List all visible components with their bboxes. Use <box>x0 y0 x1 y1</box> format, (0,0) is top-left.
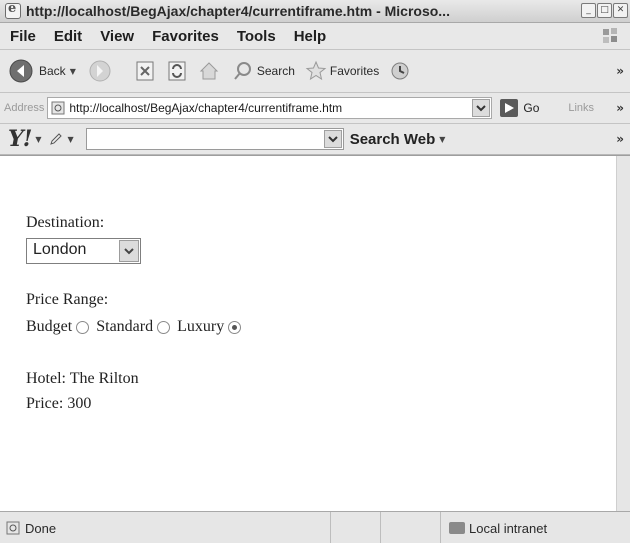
page-icon <box>51 101 65 115</box>
go-button-label[interactable]: Go <box>523 101 539 115</box>
search-button-label[interactable]: Search <box>257 64 295 78</box>
yahoo-toolbar: Y! ▼ ▼ Search Web ▼ » <box>0 124 630 155</box>
close-button[interactable]: ✕ <box>613 3 628 18</box>
search-web-dropdown-icon[interactable]: ▼ <box>439 135 445 144</box>
window-title: http://localhost/BegAjax/chapter4/curren… <box>26 3 450 19</box>
minimize-button[interactable]: _ <box>581 3 596 18</box>
search-icon[interactable] <box>232 60 254 82</box>
maximize-button[interactable]: □ <box>597 3 612 18</box>
vertical-scrollbar[interactable] <box>616 156 630 511</box>
ie-icon <box>5 1 21 19</box>
address-label: Address <box>4 102 45 114</box>
address-bar: Address http://localhost/BegAjax/chapter… <box>0 93 630 124</box>
destination-select[interactable]: London <box>26 238 141 264</box>
page-done-icon <box>6 521 20 535</box>
price-range-options: Budget Standard Luxury <box>26 318 248 336</box>
links-label[interactable]: Links <box>568 102 594 114</box>
price-text: Price: 300 <box>26 395 92 412</box>
menu-file[interactable]: File <box>10 28 36 45</box>
stop-icon[interactable] <box>134 60 156 82</box>
refresh-icon[interactable] <box>166 60 188 82</box>
windows-flag-icon <box>603 28 617 43</box>
menu-favorites[interactable]: Favorites <box>152 28 219 45</box>
zone-text: Local intranet <box>469 520 548 536</box>
links-more-chevron[interactable]: » <box>616 101 624 115</box>
menu-tools[interactable]: Tools <box>237 28 276 45</box>
yahoo-dropdown-icon[interactable]: ▼ <box>35 135 41 144</box>
status-separator <box>380 512 381 543</box>
address-input[interactable]: http://localhost/BegAjax/chapter4/curren… <box>47 97 493 119</box>
favorites-button-label[interactable]: Favorites <box>330 64 379 78</box>
destination-label: Destination: <box>26 214 105 231</box>
status-text: Done <box>25 520 57 536</box>
toolbar-more-chevron[interactable]: » <box>616 64 624 78</box>
browser-window: http://localhost/BegAjax/chapter4/curren… <box>0 0 630 543</box>
hotel-text: Hotel: The Rilton <box>26 370 139 387</box>
menu-bar: File Edit View Favorites Tools Help <box>0 23 630 50</box>
chevron-down-icon <box>327 136 338 143</box>
favorites-star-icon[interactable] <box>305 60 327 82</box>
menu-view[interactable]: View <box>100 28 134 45</box>
back-dropdown-icon[interactable]: ▼ <box>70 67 76 76</box>
destination-value[interactable]: London <box>33 241 86 259</box>
intranet-icon <box>449 522 465 534</box>
chevron-down-icon <box>476 105 487 112</box>
forward-icon[interactable] <box>88 59 112 83</box>
option-budget-label: Budget <box>26 318 73 335</box>
search-web-button[interactable]: Search Web <box>350 131 436 148</box>
address-dropdown-button[interactable] <box>472 99 491 117</box>
option-standard-label: Standard <box>96 318 154 335</box>
menu-edit[interactable]: Edit <box>54 28 82 45</box>
destination-dropdown-button[interactable] <box>119 240 139 262</box>
home-icon[interactable] <box>198 60 220 82</box>
yahoo-logo[interactable]: Y! <box>8 126 32 152</box>
standard-toolbar: Back ▼ Search Favorites » <box>0 50 630 93</box>
chevron-down-icon <box>124 248 134 255</box>
pencil-dropdown-icon[interactable]: ▼ <box>68 135 74 144</box>
pencil-icon[interactable] <box>48 131 64 147</box>
back-button-label[interactable]: Back <box>39 64 66 78</box>
status-separator <box>330 512 331 543</box>
price-range-label: Price Range: <box>26 291 109 308</box>
radio-luxury[interactable] <box>228 320 242 334</box>
yahoo-search-dropdown[interactable] <box>323 130 342 148</box>
status-bar: Done Local intranet <box>0 511 630 543</box>
radio-budget[interactable] <box>76 320 90 334</box>
back-icon[interactable] <box>8 58 34 84</box>
radio-standard[interactable] <box>157 320 171 334</box>
address-url[interactable]: http://localhost/BegAjax/chapter4/curren… <box>69 101 342 115</box>
history-icon[interactable] <box>389 60 411 82</box>
yahoo-more-chevron[interactable]: » <box>616 132 624 146</box>
option-luxury-label: Luxury <box>177 318 225 335</box>
menu-help[interactable]: Help <box>294 28 327 45</box>
page-content: Destination: London Price Range: Budget … <box>0 155 630 511</box>
security-zone: Local intranet <box>440 512 629 543</box>
window-controls: _ □ ✕ <box>581 3 628 18</box>
go-arrow-icon[interactable] <box>500 99 519 117</box>
title-bar: http://localhost/BegAjax/chapter4/curren… <box>0 0 630 23</box>
yahoo-search-input[interactable] <box>85 128 344 150</box>
